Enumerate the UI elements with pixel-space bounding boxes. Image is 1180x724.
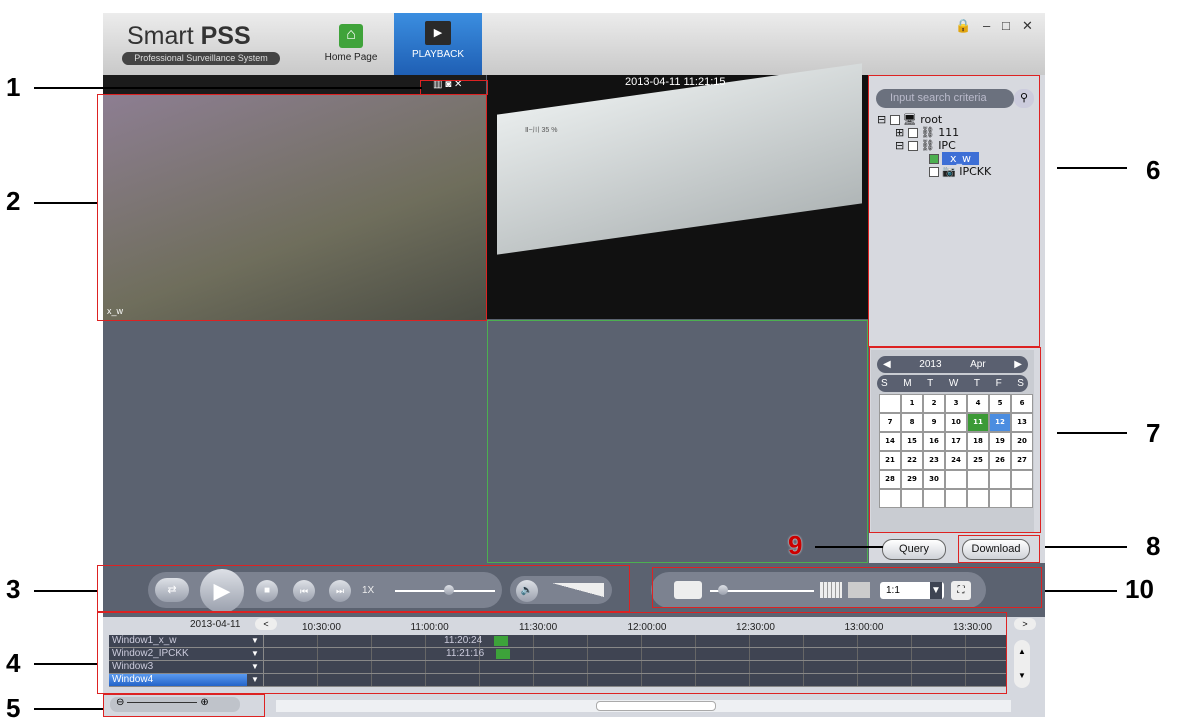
annotation-line-6 — [1057, 167, 1127, 169]
timeline-vscroll[interactable]: ▲ ▼ — [1014, 640, 1030, 688]
annotation-5: 5 — [6, 693, 21, 723]
annotation-line-3 — [34, 590, 97, 592]
annotation-box-1 — [420, 80, 488, 95]
annotation-box-3 — [97, 565, 630, 612]
annotation-line-9 — [815, 546, 883, 548]
tab-playback[interactable]: ▶ PLAYBACK — [394, 13, 482, 75]
annotation-line-4 — [34, 663, 97, 665]
video-timestamp: 2013-04-11 11:21:15 — [625, 76, 726, 88]
annotation-1: 1 — [6, 72, 21, 102]
timeline-next-icon[interactable]: > — [1014, 618, 1036, 630]
video-frame — [497, 63, 862, 255]
annotation-9: 9 — [788, 530, 803, 560]
annotation-box-4 — [97, 612, 1007, 694]
video-window-2[interactable]: 2013-04-11 11:21:15 Ⅱ−川 35 % — [487, 63, 868, 319]
hscroll-thumb[interactable] — [596, 701, 716, 711]
annotation-3: 3 — [6, 574, 21, 604]
tab-label: Home Page — [324, 52, 378, 63]
annotation-line-2 — [34, 202, 97, 204]
playback-icon: ▶ — [425, 21, 451, 45]
annotation-box-8 — [958, 535, 1040, 563]
query-button[interactable]: Query — [882, 539, 946, 560]
annotation-10: 10 — [1125, 574, 1154, 604]
video-window-4[interactable] — [487, 320, 868, 563]
annotation-7: 7 — [1146, 418, 1161, 448]
maximize-icon[interactable]: □ — [1002, 18, 1010, 33]
annotation-box-6 — [868, 75, 1040, 347]
annotation-2: 2 — [6, 186, 21, 216]
video-window-3[interactable] — [103, 320, 486, 563]
annotation-box-10 — [652, 567, 1042, 608]
app-logo-title: Smart PSS — [127, 22, 251, 50]
tab-home-page[interactable]: ⌂ Home Page — [313, 18, 389, 75]
close-icon[interactable]: ✕ — [1022, 18, 1033, 34]
annotation-line-7 — [1057, 432, 1127, 434]
annotation-8: 8 — [1146, 531, 1161, 561]
annotation-box-5 — [103, 694, 265, 717]
app-logo-subtitle: Professional Surveillance System — [122, 52, 280, 65]
timeline-hscroll[interactable] — [276, 700, 1011, 712]
annotation-line-1 — [34, 87, 422, 89]
annotation-line-8 — [1045, 546, 1127, 548]
tab-label: PLAYBACK — [411, 49, 465, 60]
annotation-6: 6 — [1146, 155, 1161, 185]
annotation-box-7 — [869, 347, 1041, 533]
annotation-line-5 — [34, 708, 103, 710]
annotation-4: 4 — [6, 648, 21, 678]
annotation-line-10 — [1045, 590, 1117, 592]
lock-icon[interactable]: 🔒 — [955, 18, 971, 34]
minimize-icon[interactable]: – — [983, 18, 990, 33]
video-overlay-text: Ⅱ−川 35 % — [525, 127, 558, 134]
annotation-box-2 — [97, 94, 487, 321]
home-icon: ⌂ — [339, 24, 363, 48]
